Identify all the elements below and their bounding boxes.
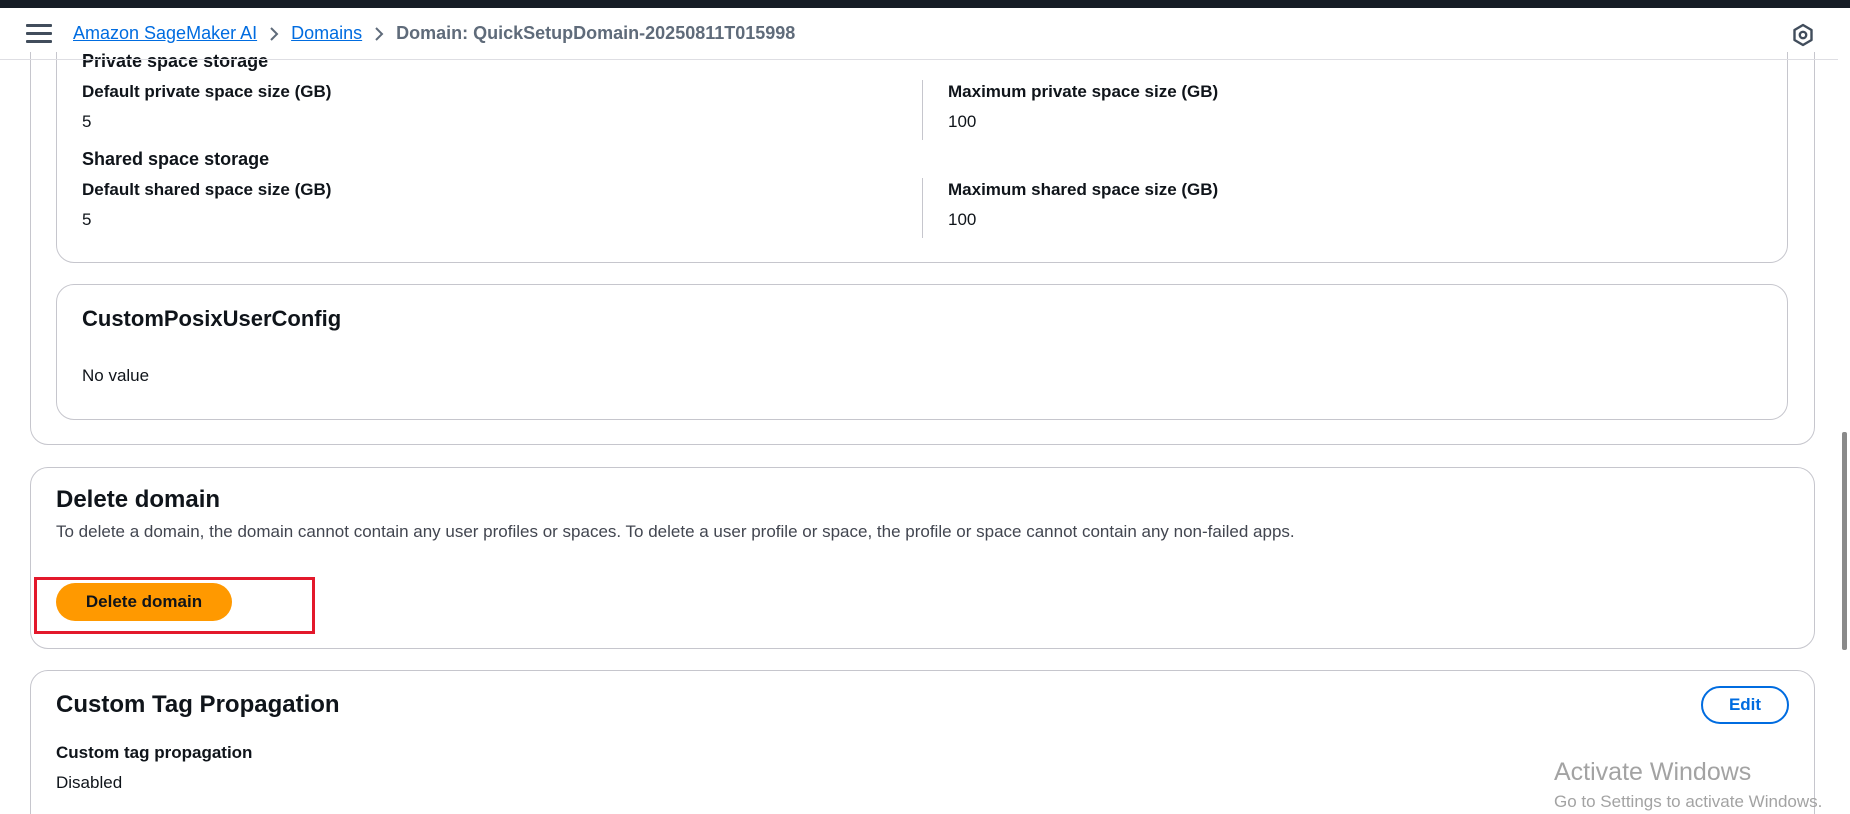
posix-config-value: No value	[82, 366, 150, 385]
breadcrumb-sagemaker-link[interactable]: Amazon SageMaker AI	[73, 23, 257, 44]
max-private-size-label: Maximum private space size (GB)	[948, 82, 1219, 101]
menu-icon[interactable]	[26, 24, 52, 46]
scrollbar-track[interactable]	[1838, 8, 1850, 814]
breadcrumb-current-domain: Domain: QuickSetupDomain-20250811T015998	[396, 23, 796, 43]
activate-windows-hint: Go to Settings to activate Windows.	[1554, 792, 1823, 811]
top-strip	[0, 0, 1850, 8]
delete-domain-description: To delete a domain, the domain cannot co…	[56, 522, 1295, 541]
breadcrumb: Amazon SageMaker AI Domains Domain: Quic…	[73, 23, 795, 44]
max-shared-size-label: Maximum shared space size (GB)	[948, 180, 1219, 199]
divider	[922, 80, 923, 140]
chevron-right-icon	[362, 23, 396, 44]
default-private-size-value: 5	[82, 112, 92, 131]
posix-config-card	[56, 284, 1788, 420]
posix-config-title: CustomPosixUserConfig	[82, 306, 342, 331]
edit-tag-propagation-button[interactable]: Edit	[1701, 686, 1789, 724]
scrollbar-thumb[interactable]	[1842, 432, 1847, 650]
settings-icon[interactable]	[1791, 23, 1815, 47]
header-bar-front: Amazon SageMaker AI Domains Domain: Quic…	[0, 8, 1838, 60]
activate-windows-watermark: Activate Windows	[1554, 758, 1752, 786]
tag-propagation-value: Disabled	[56, 773, 123, 792]
default-private-size-label: Default private space size (GB)	[82, 82, 332, 101]
divider	[922, 178, 923, 238]
delete-domain-title: Delete domain	[56, 486, 221, 513]
default-shared-size-label: Default shared space size (GB)	[82, 180, 332, 199]
tag-propagation-label: Custom tag propagation	[56, 743, 253, 762]
tag-propagation-title: Custom Tag Propagation	[56, 691, 340, 718]
max-shared-size-value: 100	[948, 210, 977, 229]
max-private-size-value: 100	[948, 112, 977, 131]
shared-storage-heading: Shared space storage	[82, 149, 270, 169]
chevron-right-icon	[257, 23, 291, 44]
highlight-annotation	[34, 577, 315, 634]
default-shared-size-value: 5	[82, 210, 92, 229]
breadcrumb-domains-link[interactable]: Domains	[291, 23, 362, 44]
